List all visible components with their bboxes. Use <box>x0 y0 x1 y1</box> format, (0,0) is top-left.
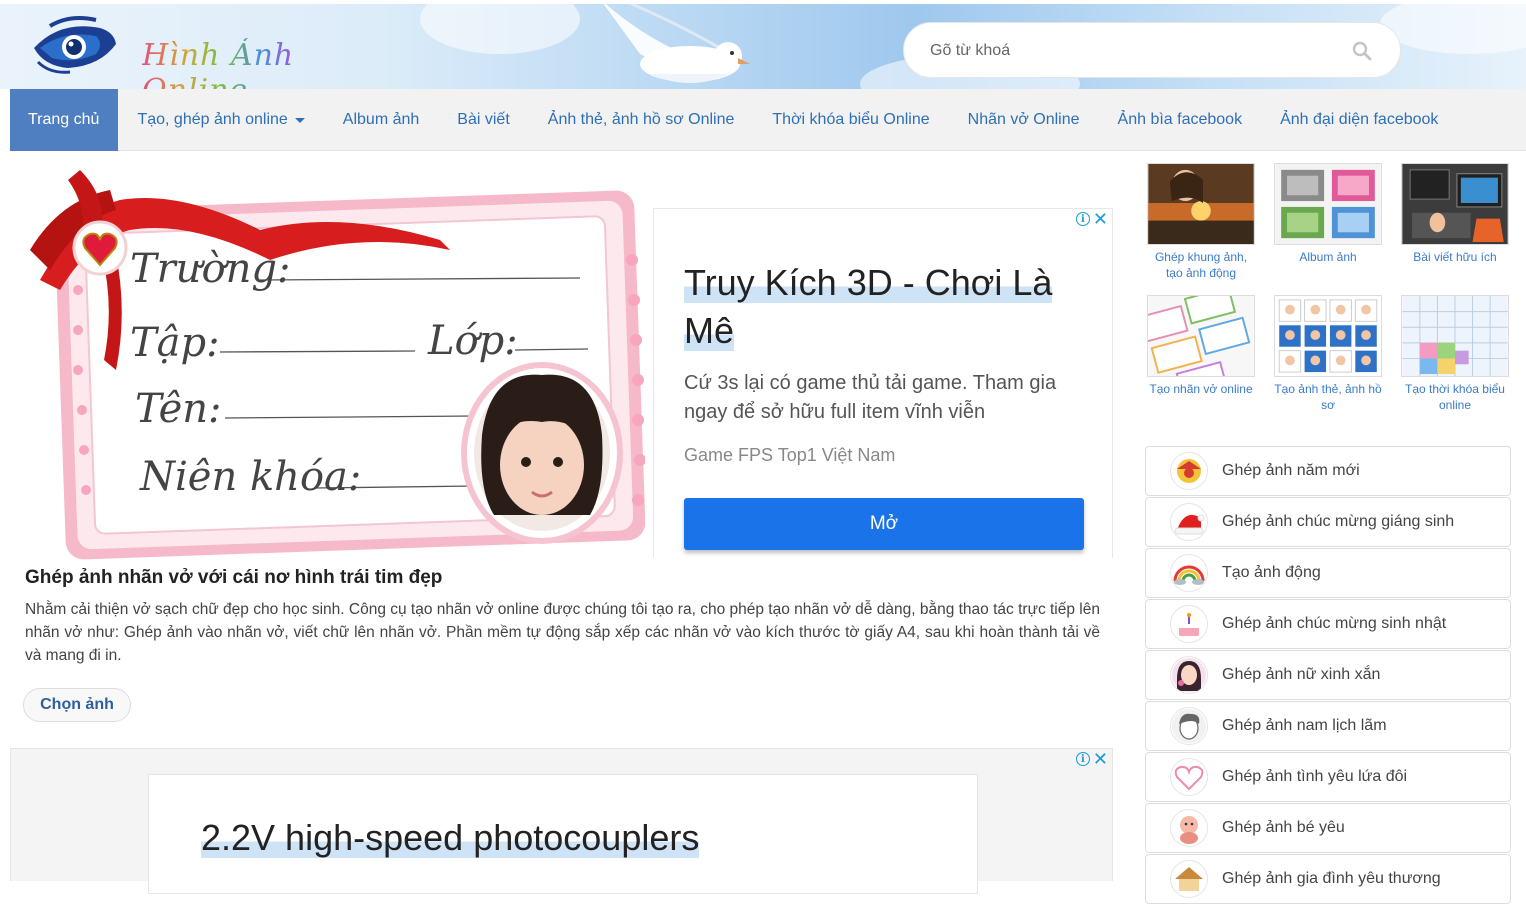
ad-title-text: Truy Kích 3D - Chơi Là Mê <box>684 262 1053 351</box>
tile-timetable[interactable]: Tạo thời khóa biểu online <box>1400 295 1510 413</box>
tile-label: Album ảnh <box>1299 250 1357 264</box>
girl-icon <box>1170 656 1208 694</box>
site-header: Hình Ảnh Online <box>0 4 1526 89</box>
ad-open-button[interactable]: Mở <box>684 498 1084 550</box>
ad-close-icon[interactable]: ✕ <box>1093 210 1108 228</box>
post-description: Nhằm cải thiện vở sạch chữ đẹp cho học s… <box>25 601 1100 664</box>
nav-label: Tạo, ghép ảnh online <box>137 110 288 128</box>
tile-photo-frame[interactable]: Ghép khung ảnh, tạo ảnh động <box>1146 163 1256 281</box>
list-item[interactable]: Ghép ảnh năm mới <box>1145 446 1511 496</box>
tile-label: Bài viết hữu ích <box>1413 250 1497 264</box>
album-thumbnail <box>1274 163 1382 245</box>
nav-label: Ảnh bìa facebook <box>1117 110 1243 128</box>
tile-label: Tạo thời khóa biểu online <box>1405 382 1505 412</box>
list-item-label: Ghép ảnh chúc mừng sinh nhật <box>1222 615 1447 632</box>
notebook-label-preview-image[interactable]: Trường: Tập: Lớp: Tên: Niên khóa: <box>20 170 645 560</box>
ad-close-icon[interactable]: ✕ <box>1093 750 1108 768</box>
nav-label: Bài viết <box>457 110 510 128</box>
label-school-year: Niên khóa: <box>139 454 361 500</box>
search-icon[interactable] <box>1352 41 1372 61</box>
photo-frame-thumbnail <box>1147 163 1255 245</box>
list-item[interactable]: Ghép ảnh nữ xinh xắn <box>1145 650 1511 700</box>
nav-item-home[interactable]: Trang chủ <box>10 88 119 151</box>
nav-item-facebook-avatar[interactable]: Ảnh đại diện facebook <box>1261 89 1457 151</box>
boy-icon <box>1170 707 1208 745</box>
list-item[interactable]: Ghép ảnh gia đình yêu thương <box>1145 854 1511 904</box>
site-logo[interactable]: Hình Ảnh Online <box>30 14 300 89</box>
tile-id-photo[interactable]: Tạo ảnh thẻ, ảnh hồ sơ <box>1273 295 1383 413</box>
nav-item-album[interactable]: Album ảnh <box>324 89 439 151</box>
list-item-label: Ghép ảnh gia đình yêu thương <box>1222 870 1441 887</box>
search-box <box>903 22 1401 78</box>
list-item-label: Ghép ảnh năm mới <box>1222 462 1360 479</box>
nav-label: Album ảnh <box>342 110 420 128</box>
nav-item-articles[interactable]: Bài viết <box>438 89 528 151</box>
list-item-label: Tạo ảnh động <box>1222 564 1321 581</box>
ad-description: Cứ 3s lại có game thủ tải game. Tham gia… <box>684 372 1057 423</box>
tile-label: Ghép khung ảnh, tạo ảnh động <box>1154 250 1248 280</box>
list-item-label: Ghép ảnh chúc mừng giáng sinh <box>1222 513 1455 530</box>
choose-photo-button[interactable]: Chọn ảnh <box>23 688 131 722</box>
main-nav: Trang chủ Tạo, ghép ảnh online Album ảnh… <box>10 88 1526 151</box>
list-item-label: Ghép ảnh bé yêu <box>1222 819 1345 836</box>
label-class: Lớp: <box>427 318 518 364</box>
cake-icon <box>1170 605 1208 643</box>
list-item[interactable]: Ghép ảnh chúc mừng giáng sinh <box>1145 497 1511 547</box>
search-input[interactable] <box>930 39 1330 63</box>
timetable-thumbnail <box>1401 295 1509 377</box>
list-item[interactable]: Ghép ảnh chúc mừng sinh nhật <box>1145 599 1511 649</box>
articles-thumbnail <box>1401 163 1509 245</box>
ad-card[interactable]: 2.2V high-speed photocouplers <box>148 774 978 894</box>
advertisement-2[interactable]: i ✕ 2.2V high-speed photocouplers <box>10 748 1113 894</box>
sidebar-category-list: Ghép ảnh năm mới Ghép ảnh chúc mừng gián… <box>1145 446 1511 905</box>
ad-controls: i ✕ <box>1075 210 1108 228</box>
tile-album[interactable]: Album ảnh <box>1273 163 1383 265</box>
nav-item-id-photo[interactable]: Ảnh thẻ, ảnh hồ sơ Online <box>529 89 754 151</box>
list-item-label: Ghép ảnh nam lịch lãm <box>1222 717 1387 734</box>
ad-title: 2.2V high-speed photocouplers <box>201 817 700 859</box>
nav-item-facebook-cover[interactable]: Ảnh bìa facebook <box>1099 89 1262 151</box>
nav-label: Ảnh đại diện facebook <box>1280 110 1439 128</box>
new-year-icon <box>1170 452 1208 490</box>
ad-source: Game FPS Top1 Việt Nam <box>684 445 896 465</box>
tile-notebook-label[interactable]: Tạo nhãn vở online <box>1146 295 1256 397</box>
nav-label: Thời khóa biểu Online <box>772 110 930 128</box>
tile-label: Tạo nhãn vở online <box>1149 382 1253 396</box>
nav-label: Trang chủ <box>28 110 100 128</box>
list-item[interactable]: Tạo ảnh động <box>1145 548 1511 598</box>
ad-info-icon[interactable]: i <box>1075 212 1090 226</box>
id-photo-thumbnail <box>1274 295 1382 377</box>
rainbow-icon <box>1170 554 1208 592</box>
eye-logo-icon <box>34 16 116 74</box>
ad-title-text: 2.2V high-speed photocouplers <box>201 817 700 858</box>
list-item[interactable]: Ghép ảnh nam lịch lãm <box>1145 701 1511 751</box>
tile-label: Tạo ảnh thẻ, ảnh hồ sơ <box>1274 382 1382 412</box>
notebook-label-thumbnail <box>1147 295 1255 377</box>
baby-icon <box>1170 809 1208 847</box>
list-item[interactable]: Ghép ảnh tình yêu lứa đôi <box>1145 752 1511 802</box>
ad-title[interactable]: Truy Kích 3D - Chơi Là Mê <box>684 259 1064 355</box>
caret-down-icon <box>294 118 305 123</box>
nav-label: Nhãn vở Online <box>967 110 1080 128</box>
nav-item-timetable[interactable]: Thời khóa biểu Online <box>753 89 948 151</box>
santa-hat-icon <box>1170 503 1208 541</box>
label-name: Tên: <box>135 386 221 432</box>
dove-banner-image <box>603 4 750 83</box>
heart-icon <box>1170 758 1208 796</box>
house-icon <box>1170 860 1208 898</box>
nav-label: Ảnh thẻ, ảnh hồ sơ Online <box>547 110 735 128</box>
list-item-label: Ghép ảnh nữ xinh xắn <box>1222 666 1381 683</box>
tile-articles[interactable]: Bài viết hữu ích <box>1400 163 1510 265</box>
advertisement-1[interactable]: i ✕ Truy Kích 3D - Chơi Là Mê Cứ 3s lại … <box>653 208 1113 558</box>
list-item-label: Ghép ảnh tình yêu lứa đôi <box>1222 768 1408 785</box>
ad-controls: i ✕ <box>1075 750 1108 768</box>
nav-item-notebook-label[interactable]: Nhãn vở Online <box>949 89 1099 151</box>
nav-item-create-photo[interactable]: Tạo, ghép ảnh online <box>118 89 323 151</box>
label-notebook: Tập: <box>130 320 220 366</box>
ad-info-icon[interactable]: i <box>1075 752 1090 766</box>
list-item[interactable]: Ghép ảnh bé yêu <box>1145 803 1511 853</box>
logo-text: Hình Ảnh Online <box>142 38 300 89</box>
post-title[interactable]: Ghép ảnh nhãn vở với cái nơ hình trái ti… <box>25 567 442 589</box>
